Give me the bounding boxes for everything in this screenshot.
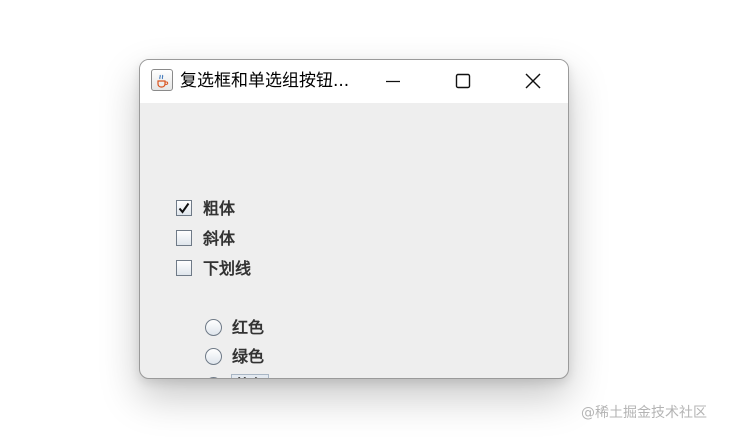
checkbox-bold[interactable]: 粗体: [176, 198, 296, 222]
minimize-button[interactable]: [358, 60, 428, 103]
window-title: 复选框和单选组按钮...: [180, 71, 350, 91]
maximize-button[interactable]: [428, 60, 498, 103]
app-window: 复选框和单选组按钮... 粗体 斜体 下划线 红色 绿色: [139, 59, 569, 379]
minimize-icon: [386, 80, 400, 83]
radio-label: 红色: [232, 318, 265, 337]
close-icon: [525, 73, 541, 89]
radio-circle[interactable]: [205, 377, 222, 378]
maximize-icon: [455, 73, 471, 89]
window-content: 粗体 斜体 下划线 红色 绿色 蓝色: [140, 103, 568, 378]
radio-label: 绿色: [232, 347, 265, 366]
checkbox-box[interactable]: [176, 200, 192, 216]
checkbox-italic[interactable]: 斜体: [176, 228, 296, 252]
checkbox-box[interactable]: [176, 230, 192, 246]
checkbox-box[interactable]: [176, 260, 192, 276]
radio-blue[interactable]: 蓝色: [205, 374, 325, 378]
radio-green[interactable]: 绿色: [205, 346, 325, 370]
checkbox-label: 粗体: [203, 199, 236, 218]
radio-red[interactable]: 红色: [205, 317, 325, 341]
close-button[interactable]: [498, 60, 568, 103]
watermark: @稀土掘金技术社区: [581, 405, 707, 421]
checkmark-icon: [178, 202, 190, 214]
radio-circle[interactable]: [205, 348, 222, 365]
java-cup-icon: [151, 69, 173, 91]
checkbox-label: 斜体: [203, 229, 236, 248]
radio-circle[interactable]: [205, 319, 222, 336]
radio-label: 蓝色: [231, 374, 270, 378]
checkbox-label: 下划线: [203, 259, 252, 278]
checkbox-underline[interactable]: 下划线: [176, 258, 316, 282]
title-bar[interactable]: 复选框和单选组按钮...: [140, 60, 568, 103]
desktop-background: 复选框和单选组按钮... 粗体 斜体 下划线 红色 绿色 @稀土掘金技术社区: [0, 0, 731, 437]
